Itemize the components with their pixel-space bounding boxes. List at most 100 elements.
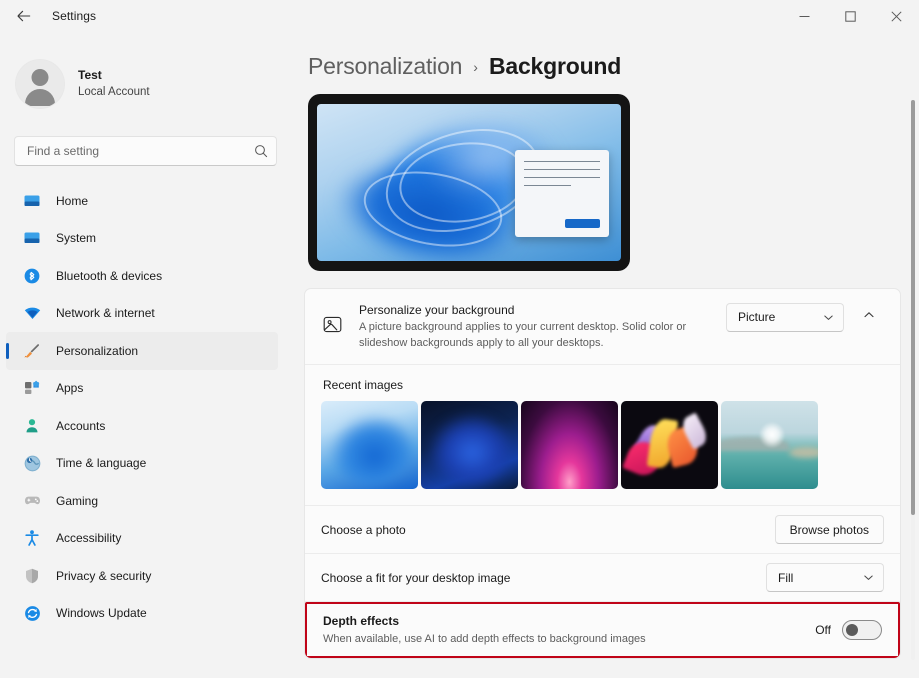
background-settings-card: Personalize your background A picture ba… [304, 288, 901, 660]
choose-fit-texts: Choose a fit for your desktop image [321, 570, 754, 586]
sidebar-item-label: Network & internet [56, 306, 155, 321]
personalize-actions: Picture [726, 302, 884, 332]
back-button[interactable] [8, 0, 40, 32]
scrollbar-thumb[interactable] [911, 100, 915, 515]
depth-effects-texts: Depth effects When available, use AI to … [323, 613, 803, 647]
close-icon [890, 10, 902, 22]
chevron-up-icon [863, 308, 875, 326]
sidebar-item-label: Privacy & security [56, 568, 152, 583]
choose-fit-actions: Fill [766, 563, 884, 593]
thumb-art [788, 447, 818, 458]
collapse-section-button[interactable] [854, 302, 884, 332]
sidebar-item-accounts[interactable]: Accounts [6, 407, 278, 445]
thumb-art [328, 413, 413, 485]
sidebar-item-label: Personalization [56, 343, 139, 358]
preview-window-card [515, 149, 609, 237]
close-button[interactable] [873, 0, 919, 32]
gamepad-icon [22, 491, 42, 511]
depth-effects-actions: Off [815, 620, 882, 641]
system-monitor-icon [22, 228, 42, 248]
chevron-down-icon [823, 312, 834, 323]
personalize-background-row: Personalize your background A picture ba… [305, 289, 900, 366]
sidebar-item-label: Bluetooth & devices [56, 268, 163, 283]
preview-wrapper [296, 80, 919, 271]
profile-section[interactable]: Test Local Account [0, 32, 296, 118]
depth-effects-toggle[interactable] [842, 620, 882, 641]
minimize-button[interactable] [781, 0, 827, 32]
accessibility-person-icon [22, 528, 42, 548]
sidebar-item-label: Home [56, 193, 89, 208]
picture-frame-icon [321, 313, 343, 335]
depth-effects-row: Depth effects When available, use AI to … [305, 602, 900, 659]
app-title: Settings [52, 9, 97, 23]
recent-image-thumbnail[interactable] [321, 401, 418, 490]
search-box[interactable] [14, 136, 277, 166]
window-controls [781, 0, 919, 32]
card-line [524, 168, 600, 170]
page-title: Background [488, 53, 622, 79]
fit-dropdown[interactable]: Fill [766, 563, 884, 593]
personalize-description: A picture background applies to your cur… [359, 321, 687, 349]
maximize-icon [844, 10, 856, 22]
sidebar-item-network-internet[interactable]: Network & internet [6, 295, 278, 333]
bluetooth-icon [22, 266, 42, 286]
recent-image-thumbnail[interactable] [421, 401, 518, 490]
profile-subtitle: Local Account [78, 86, 150, 99]
choose-fit-row: Choose a fit for your desktop image Fill [305, 554, 900, 603]
depth-effects-state-label: Off [815, 623, 831, 638]
maximize-button[interactable] [827, 0, 873, 32]
sidebar-item-label: Accounts [56, 418, 106, 433]
personalize-title: Personalize your background [359, 303, 515, 317]
recent-images-section: Recent images [305, 365, 900, 507]
sidebar-item-apps[interactable]: Apps [6, 370, 278, 408]
recent-image-thumbnail[interactable] [521, 401, 618, 490]
person-account-icon [22, 416, 42, 436]
card-line [524, 184, 572, 186]
sidebar-item-label: Apps [56, 381, 84, 396]
update-refresh-icon [22, 603, 42, 623]
card-accent-button [565, 218, 600, 228]
sidebar-item-label: Windows Update [56, 606, 147, 621]
sidebar-item-home[interactable]: Home [6, 182, 278, 220]
sidebar-item-time-language[interactable]: Time & language [6, 445, 278, 483]
depth-effects-wrapper: Depth effects When available, use AI to … [305, 602, 900, 659]
recent-image-thumbnail[interactable] [621, 401, 718, 490]
sidebar-item-label: Gaming [56, 493, 99, 508]
card-line [524, 176, 600, 178]
search-icon [254, 144, 268, 158]
sidebar-item-system[interactable]: System [6, 220, 278, 258]
choose-photo-row: Choose a photo Browse photos [305, 506, 900, 555]
avatar-head [31, 69, 49, 86]
recent-image-thumbnail[interactable] [721, 401, 818, 490]
choose-fit-label: Choose a fit for your desktop image [321, 570, 511, 585]
main-content: Personalization › Background Personalize… [296, 32, 919, 678]
sidebar-nav: Home System Bluetooth & devices Network … [0, 182, 296, 632]
breadcrumb-parent[interactable]: Personalization [308, 53, 462, 80]
sidebar-item-privacy-security[interactable]: Privacy & security [6, 557, 278, 595]
choose-photo-label: Choose a photo [321, 522, 406, 537]
thumb-art [428, 413, 513, 485]
shield-icon [22, 566, 42, 586]
sidebar-item-gaming[interactable]: Gaming [6, 482, 278, 520]
toggle-knob [846, 624, 858, 637]
desktop-preview-screen [317, 104, 621, 261]
depth-effects-description: When available, use AI to add depth effe… [323, 632, 646, 645]
thumb-art [759, 421, 786, 448]
title-bar: Settings [0, 0, 919, 32]
card-line [524, 160, 600, 162]
avatar [16, 60, 64, 108]
choose-photo-texts: Choose a photo [321, 522, 763, 538]
home-monitor-icon [22, 191, 42, 211]
browse-photos-button[interactable]: Browse photos [774, 515, 884, 545]
sidebar-item-bluetooth-devices[interactable]: Bluetooth & devices [6, 257, 278, 295]
sidebar-item-windows-update[interactable]: Windows Update [6, 595, 278, 633]
background-type-value: Picture [738, 310, 776, 324]
paintbrush-icon [22, 341, 42, 361]
sidebar-item-accessibility[interactable]: Accessibility [6, 520, 278, 558]
background-type-dropdown[interactable]: Picture [726, 302, 844, 332]
search-input[interactable] [25, 137, 254, 165]
sidebar-item-label: Time & language [56, 456, 147, 471]
sidebar-item-personalization[interactable]: Personalization [6, 332, 278, 370]
content-scrollbar[interactable] [907, 100, 917, 660]
back-arrow-icon [17, 10, 31, 22]
